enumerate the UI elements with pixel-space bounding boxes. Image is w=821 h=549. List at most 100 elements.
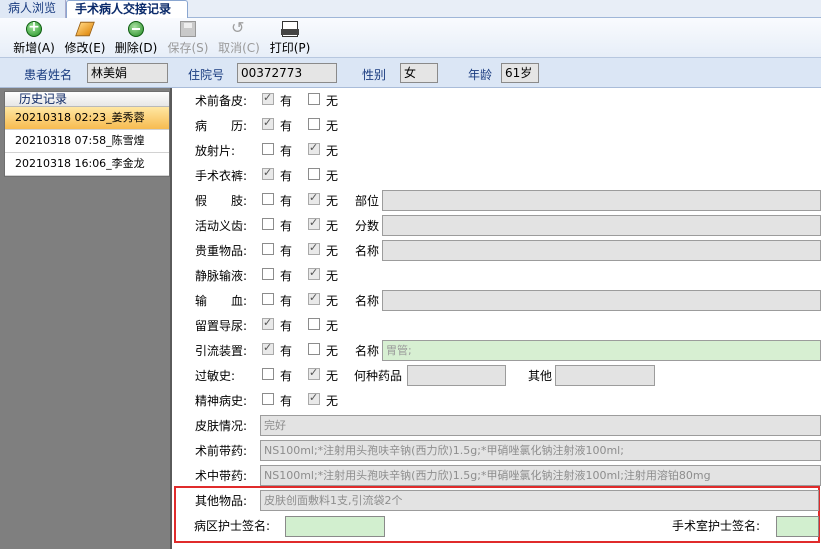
- handover-form: 术前备皮: 有 无 病 历: 有 无 放射片: 有 无 手术衣裤: 有 无 假 …: [174, 88, 821, 549]
- iv-infusion-label: 静脉输液:: [195, 269, 248, 283]
- printer-icon: [281, 21, 299, 37]
- ward-nurse-signature-field[interactable]: [285, 516, 385, 537]
- transfusion-no-checkbox[interactable]: [308, 291, 320, 305]
- add-label: 新增(A): [13, 41, 55, 55]
- psych-history-yes-checkbox[interactable]: [262, 393, 274, 405]
- row-transfusion: 输 血: 有 无 名称: [174, 288, 821, 313]
- row-medical-record: 病 历: 有 无: [174, 113, 821, 138]
- xray-no-checkbox[interactable]: [308, 141, 320, 155]
- drainage-no-checkbox[interactable]: [308, 343, 320, 355]
- surgical-pants-yes-checkbox[interactable]: [262, 166, 274, 180]
- valuables-name-field[interactable]: [382, 240, 821, 261]
- row-surgical-pants: 手术衣裤: 有 无: [174, 163, 821, 188]
- yes-label: 有: [280, 244, 293, 258]
- iv-infusion-no-checkbox[interactable]: [308, 266, 320, 280]
- row-signatures: 病区护士签名: 手术室护士签名:: [174, 513, 821, 538]
- catheter-no-checkbox[interactable]: [308, 318, 320, 330]
- preop-drugs-field[interactable]: NS100ml;*注射用头孢呋辛钠(西力欣)1.5g;*甲硝唑氯化钠注射液100…: [260, 440, 821, 461]
- tab-strip: 病人浏览 手术病人交接记录单: [0, 0, 821, 33]
- history-list: 历史记录 20210318 02:23_姜秀蓉 20210318 07:58_陈…: [4, 91, 170, 177]
- allergy-other-label: 其他: [528, 369, 553, 383]
- save-button[interactable]: 保存(S): [165, 21, 211, 55]
- transfusion-name-field[interactable]: [382, 290, 821, 311]
- row-catheter: 留置导尿: 有 无: [174, 313, 821, 338]
- allergy-drug-field[interactable]: [407, 365, 506, 386]
- valuables-no-checkbox[interactable]: [308, 241, 320, 255]
- drainage-yes-checkbox[interactable]: [262, 341, 274, 355]
- history-item[interactable]: 20210318 16:06_李金龙: [5, 153, 169, 176]
- medical-record-label: 病 历:: [195, 119, 248, 133]
- catheter-yes-checkbox[interactable]: [262, 316, 274, 330]
- prep-skin-no-checkbox[interactable]: [308, 93, 320, 105]
- prosthesis-location-field[interactable]: [382, 190, 821, 211]
- allergy-drug-label: 何种药品: [354, 369, 403, 383]
- allergy-label: 过敏史:: [195, 369, 236, 383]
- tab-patient-browse[interactable]: 病人浏览: [0, 0, 66, 18]
- cancel-button[interactable]: 取消(C): [215, 18, 263, 55]
- row-other-items: 其他物品: 皮肤创面敷料1支,引流袋2个: [174, 488, 821, 513]
- age-field: 61岁: [501, 63, 539, 83]
- no-label: 无: [326, 119, 339, 133]
- tab-handover-record[interactable]: 手术病人交接记录单: [66, 0, 188, 33]
- dentures-yes-checkbox[interactable]: [262, 218, 274, 230]
- toolbar: 新增(A) 修改(E) 删除(D) 保存(S) 取消(C) 打印(P): [0, 18, 821, 58]
- yes-label: 有: [280, 269, 293, 283]
- skin-condition-field[interactable]: 完好: [260, 415, 821, 436]
- prosthesis-no-checkbox[interactable]: [308, 191, 320, 205]
- or-nurse-signature-label: 手术室护士签名:: [672, 519, 761, 533]
- allergy-no-checkbox[interactable]: [308, 366, 320, 380]
- no-label: 无: [326, 369, 339, 383]
- yes-label: 有: [280, 294, 293, 308]
- psych-history-no-checkbox[interactable]: [308, 391, 320, 405]
- allergy-other-field[interactable]: [555, 365, 655, 386]
- undo-icon: [231, 18, 247, 37]
- history-item[interactable]: 20210318 07:58_陈雪煌: [5, 130, 169, 153]
- patient-name-label: 患者姓名: [24, 68, 73, 82]
- no-label: 无: [326, 294, 339, 308]
- skin-condition-label: 皮肤情况:: [195, 419, 248, 433]
- history-item[interactable]: 20210318 02:23_姜秀蓉: [5, 107, 169, 130]
- xray-yes-checkbox[interactable]: [262, 143, 274, 155]
- valuables-yes-checkbox[interactable]: [262, 243, 274, 255]
- intraop-drugs-field[interactable]: NS100ml;*注射用头孢呋辛钠(西力欣)1.5g;*甲硝唑氯化钠注射液100…: [260, 465, 821, 486]
- surgical-pants-no-checkbox[interactable]: [308, 168, 320, 180]
- print-label: 打印(P): [269, 41, 311, 55]
- sex-label: 性别: [362, 68, 387, 82]
- dentures-no-checkbox[interactable]: [308, 216, 320, 230]
- yes-label: 有: [280, 144, 293, 158]
- drainage-name-field[interactable]: 胃管;: [382, 340, 821, 361]
- history-header: 历史记录: [5, 92, 169, 107]
- medical-record-yes-checkbox[interactable]: [262, 116, 274, 130]
- other-items-label: 其他物品:: [195, 494, 248, 508]
- save-icon: [180, 21, 196, 37]
- yes-label: 有: [280, 219, 293, 233]
- edit-button[interactable]: 修改(E): [62, 21, 108, 55]
- medical-record-no-checkbox[interactable]: [308, 118, 320, 130]
- transfusion-label: 输 血:: [195, 294, 248, 308]
- prosthesis-label: 假 肢:: [195, 194, 248, 208]
- save-label: 保存(S): [167, 41, 209, 55]
- or-nurse-signature-field[interactable]: [776, 516, 819, 537]
- yes-label: 有: [280, 169, 293, 183]
- no-label: 无: [326, 169, 339, 183]
- delete-icon: [128, 21, 144, 37]
- yes-label: 有: [280, 319, 293, 333]
- no-label: 无: [326, 319, 339, 333]
- transfusion-yes-checkbox[interactable]: [262, 293, 274, 305]
- delete-button[interactable]: 删除(D): [113, 21, 159, 55]
- sex-field: 女: [400, 63, 438, 83]
- add-button[interactable]: 新增(A): [12, 19, 56, 55]
- allergy-yes-checkbox[interactable]: [262, 368, 274, 380]
- prep-skin-label: 术前备皮:: [195, 94, 248, 108]
- patient-name-field: 林美娟: [87, 63, 168, 83]
- dentures-count-field[interactable]: [382, 215, 821, 236]
- prep-skin-yes-checkbox[interactable]: [262, 91, 274, 105]
- yes-label: 有: [280, 369, 293, 383]
- other-items-field[interactable]: 皮肤创面敷料1支,引流袋2个: [260, 490, 819, 511]
- row-iv-infusion: 静脉输液: 有 无: [174, 263, 821, 288]
- prosthesis-yes-checkbox[interactable]: [262, 193, 274, 205]
- print-button[interactable]: 打印(P): [266, 21, 314, 55]
- edit-icon: [75, 21, 95, 37]
- history-panel: 历史记录 20210318 02:23_姜秀蓉 20210318 07:58_陈…: [0, 88, 172, 549]
- iv-infusion-yes-checkbox[interactable]: [262, 268, 274, 280]
